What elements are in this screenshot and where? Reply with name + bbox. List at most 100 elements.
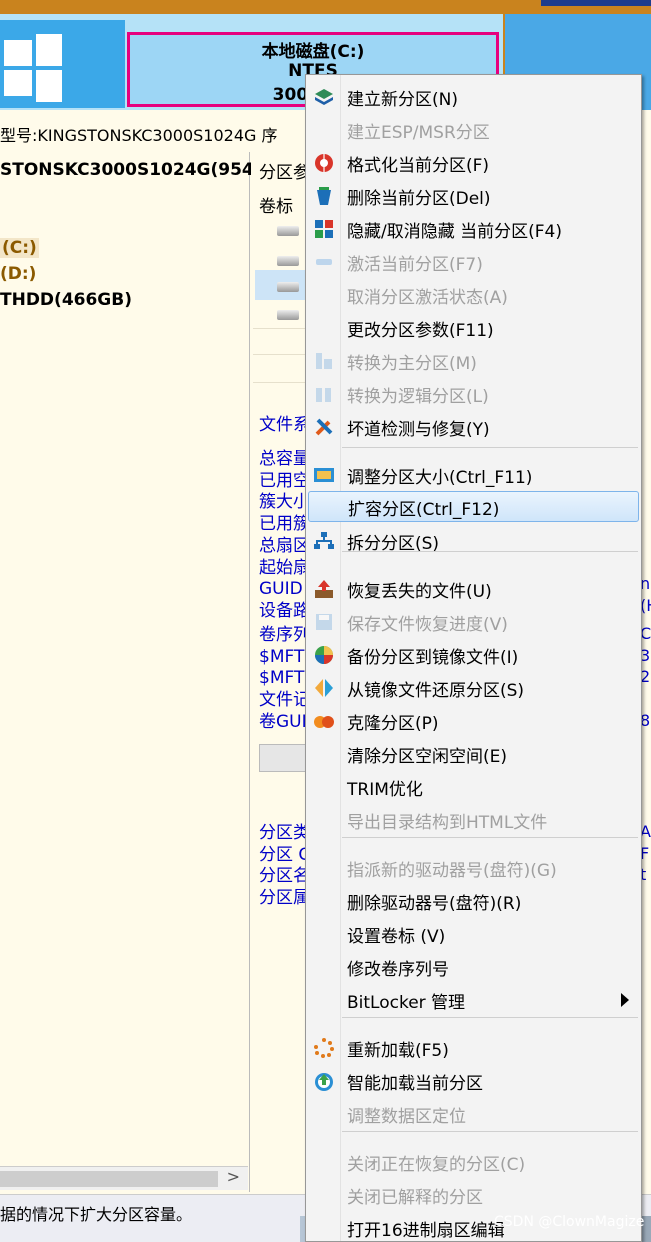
detail-label: 分区属 [259, 888, 310, 909]
detail-label: 设备路 [259, 600, 310, 621]
scrollbar-thumb[interactable] [0, 1171, 218, 1187]
menu-item[interactable]: 恢复丢失的文件(U) [306, 573, 641, 604]
detail-label: 起始扇 [259, 557, 310, 578]
menu-item[interactable]: BitLocker 管理 [306, 984, 641, 1015]
menu-item[interactable]: 修改卷序列号 [306, 951, 641, 982]
menu-item[interactable]: 更改分区参数(F11) [306, 312, 641, 343]
disk-tree-panel[interactable]: STONSKC3000S1024G(954G (C:) (D:) THDD(46… [0, 152, 268, 1192]
menu-item-label: 重新加载(F5) [347, 1041, 449, 1061]
menu-item-label: 克隆分区(P) [347, 714, 439, 734]
menu-item-label: 调整数据区定位 [347, 1107, 466, 1127]
menu-item[interactable]: 删除当前分区(Del) [306, 180, 641, 211]
menu-item[interactable]: 格式化当前分区(F) [306, 147, 641, 178]
context-menu[interactable]: 建立新分区(N) 建立ESP/MSR分区 格式化当前分区(F) 删除当前分区(Del)… [305, 74, 642, 1242]
menu-item[interactable]: 建立ESP/MSR分区 [306, 114, 641, 145]
menu-item[interactable]: 坏道检测与修复(Y) [306, 411, 641, 442]
menu-item[interactable]: 调整分区大小(Ctrl_F11) [306, 459, 641, 490]
new-partition-icon [313, 86, 335, 108]
detail-label: 已用簇 [259, 514, 310, 535]
menu-item-label: 备份分区到镜像文件(I) [347, 648, 519, 668]
menu-item-label: 调整分区大小(Ctrl_F11) [347, 468, 533, 488]
resize-icon [313, 464, 335, 486]
restore-icon [313, 677, 335, 699]
to-logical-icon [313, 383, 335, 405]
detail-label: 卷GUI [259, 711, 307, 732]
menu-item-label: 激活当前分区(F7) [347, 255, 483, 275]
menu-item-label: 清除分区空闲空间(E) [347, 747, 508, 767]
menu-item-label: 恢复丢失的文件(U) [347, 582, 492, 602]
drive-icon [277, 226, 299, 236]
menu-item-label: 设置卷标 (V) [347, 927, 446, 947]
menu-item-label: 从镜像文件还原分区(S) [347, 681, 525, 701]
menu-item[interactable]: 拆分分区(S) [306, 525, 641, 556]
detail-label: $MFT [259, 646, 305, 667]
menu-item[interactable]: 指派新的驱动器号(盘符)(G) [306, 852, 641, 883]
menu-item[interactable]: 取消分区激活状态(A) [306, 279, 641, 310]
menu-item-label: 建立ESP/MSR分区 [347, 123, 490, 143]
menu-item[interactable]: 关闭已解释的分区 [306, 1179, 641, 1210]
detail-label: 文件记 [259, 690, 310, 711]
detail-label: 总扇区 [259, 535, 310, 556]
tree-partition-c[interactable]: (C:) [0, 238, 39, 258]
format-icon [313, 152, 335, 174]
menu-item[interactable]: 转换为逻辑分区(L) [306, 378, 641, 409]
detail-label: 簇大小 [259, 492, 310, 513]
menu-item-label: 坏道检测与修复(Y) [347, 420, 490, 440]
disk-model-line: 型号:KINGSTONSKC3000S1024G 序 [0, 126, 278, 145]
drive-icon [277, 310, 299, 320]
menu-item[interactable]: TRIM优化 [306, 771, 641, 802]
tree-partition-d[interactable]: (D:) [0, 264, 36, 284]
menu-item[interactable]: 隐藏/取消隐藏 当前分区(F4) [306, 213, 641, 244]
menu-item[interactable]: 关闭正在恢复的分区(C) [306, 1146, 641, 1177]
menu-item-label: 删除驱动器号(盘符)(R) [347, 894, 522, 914]
menu-separator [342, 837, 638, 838]
tree-horizontal-scrollbar[interactable]: > [0, 1166, 248, 1190]
scroll-right-arrow-icon[interactable]: > [227, 1167, 240, 1186]
menu-item-label: 修改卷序列号 [347, 960, 449, 980]
detail-label: 分区名 [259, 866, 310, 887]
menu-item-label: 转换为逻辑分区(L) [347, 387, 489, 407]
recover-icon [313, 578, 335, 600]
menu-item-label: 取消分区激活状态(A) [347, 288, 508, 308]
menu-item[interactable]: 清除分区空闲空间(E) [306, 738, 641, 769]
detail-label: 卷序列 [259, 625, 310, 645]
menu-item[interactable]: 导出目录结构到HTML文件 [306, 804, 641, 835]
menu-item[interactable]: 重新加载(F5) [306, 1032, 641, 1063]
menu-item[interactable]: 克隆分区(P) [306, 705, 641, 736]
menu-item[interactable]: 激活当前分区(F7) [306, 246, 641, 277]
detail-label: 分区 G [259, 844, 312, 865]
windows-logo-icon [0, 20, 125, 108]
menu-item[interactable]: 保存文件恢复进度(V) [306, 606, 641, 637]
disk-bar-top-strip [0, 0, 651, 14]
grid-line [253, 382, 313, 383]
menu-item[interactable]: 转换为主分区(M) [306, 345, 641, 376]
menu-item[interactable]: 删除驱动器号(盘符)(R) [306, 885, 641, 916]
menu-item[interactable]: 智能加载当前分区 [306, 1065, 641, 1096]
menu-item-label: 智能加载当前分区 [347, 1074, 483, 1094]
tab-partition-params[interactable]: 分区参 [259, 158, 310, 183]
menu-item[interactable]: 备份分区到镜像文件(I) [306, 639, 641, 670]
menu-item[interactable]: 设置卷标 (V) [306, 918, 641, 949]
activate-icon [313, 251, 335, 273]
menu-item[interactable]: 扩容分区(Ctrl_F12) [308, 491, 639, 522]
menu-item[interactable]: 调整数据区定位 [306, 1098, 641, 1129]
menu-item-label: 隐藏/取消隐藏 当前分区(F4) [347, 222, 562, 242]
panel-button[interactable] [259, 744, 309, 772]
menu-item[interactable]: 从镜像文件还原分区(S) [306, 672, 641, 703]
detail-label: 总容量 [259, 449, 310, 469]
reload-icon [313, 1037, 335, 1059]
menu-item-label: 转换为主分区(M) [347, 354, 477, 374]
grid-line [253, 328, 313, 329]
tree-disk1[interactable]: STONSKC3000S1024G(954G [0, 160, 268, 180]
menu-item-label: 删除当前分区(Del) [347, 189, 491, 209]
backup-icon [313, 644, 335, 666]
menu-item-label: 扩容分区(Ctrl_F12) [348, 500, 500, 520]
menu-item[interactable]: 建立新分区(N) [306, 81, 641, 112]
menu-item-label: TRIM优化 [347, 780, 423, 800]
column-volume-label: 卷标 [259, 197, 293, 217]
smart-load-icon [313, 1070, 335, 1092]
tree-disk2[interactable]: THDD(466GB) [0, 290, 132, 310]
menu-item-label: 格式化当前分区(F) [347, 156, 490, 176]
section-filesystem: 文件系 [259, 415, 310, 435]
clone-icon [313, 710, 335, 732]
